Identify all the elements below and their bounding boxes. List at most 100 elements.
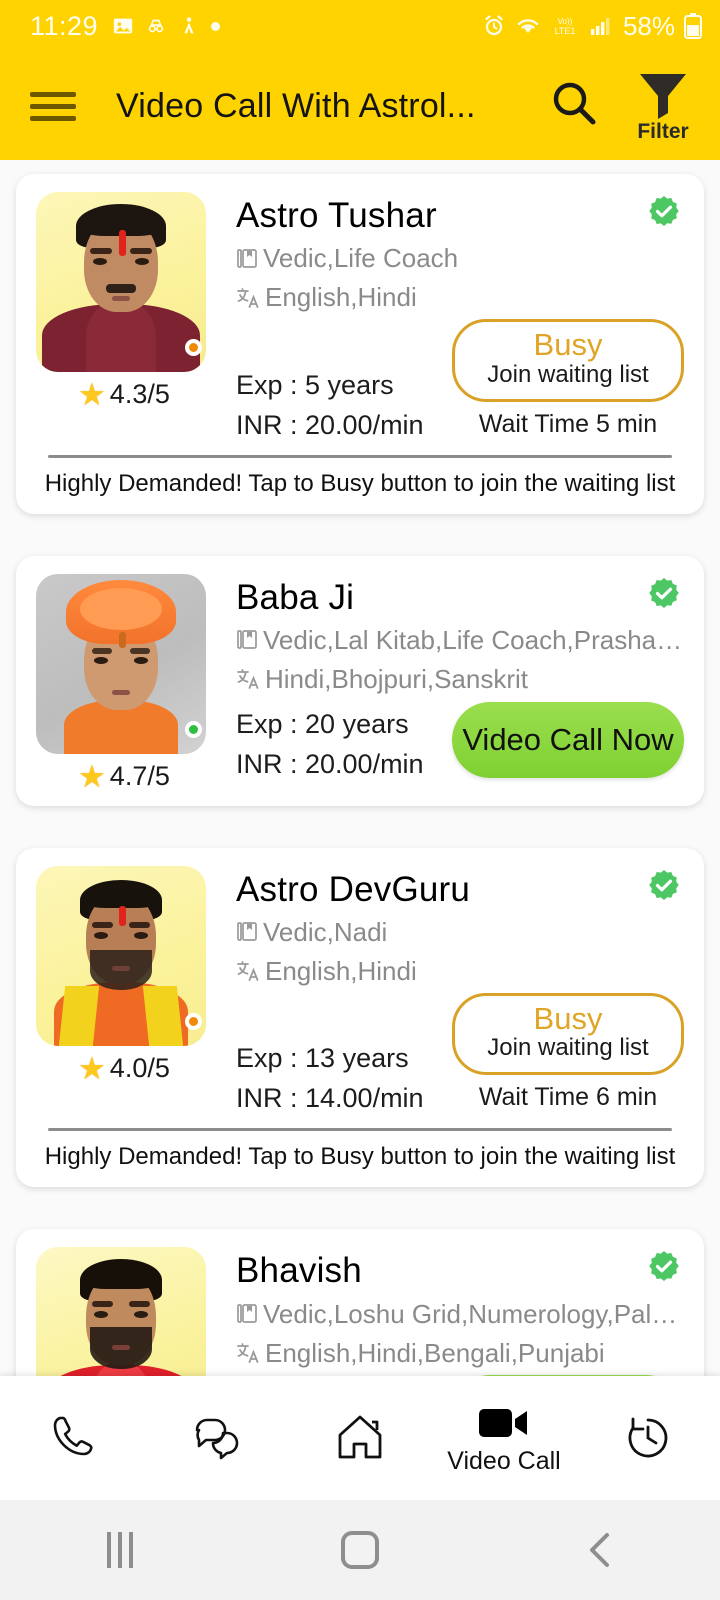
wifi-icon (517, 19, 539, 33)
translate-icon (237, 287, 259, 308)
dot-icon (211, 21, 221, 31)
status-dot-busy (185, 339, 202, 356)
filter-funnel-icon (640, 73, 686, 119)
skills-row: Vedic,Life Coach (236, 243, 684, 274)
astrologer-name: Astro Tushar (236, 196, 437, 235)
info-column: Astro Tushar Vedic,Life Coach English,Hi… (224, 192, 684, 441)
avatar[interactable] (36, 192, 206, 372)
avatar-wrapper[interactable] (36, 865, 206, 1046)
hamburger-menu-icon[interactable] (30, 85, 76, 128)
nav-item-chat[interactable] (144, 1410, 288, 1466)
volte-icon: Vo))LTE1 (555, 17, 576, 36)
nav-item-call[interactable] (0, 1410, 144, 1466)
experience: Exp : 13 years (236, 1043, 409, 1074)
translate-icon (237, 1343, 259, 1364)
star-icon: ★ (78, 1050, 106, 1086)
avatar-column: ★ 4.0/5 (36, 865, 224, 1115)
book-icon (237, 630, 257, 650)
languages-row: English,Hindi (236, 282, 684, 313)
verified-badge-icon (649, 869, 679, 900)
svg-text:LTE1: LTE1 (555, 26, 576, 36)
system-recent-apps-button[interactable] (0, 1532, 240, 1568)
nav-label-video-call: Video Call (447, 1446, 561, 1475)
bottom-row: Exp : 13 years INR : 14.00/min Busy Join… (236, 992, 684, 1115)
nav-item-video-call[interactable]: Video Call (432, 1401, 576, 1476)
portrait-devguru (36, 865, 206, 1046)
home-icon (338, 1415, 382, 1459)
rating: ★ 4.7/5 (36, 761, 224, 792)
person-icon (184, 17, 194, 34)
card-main: ★ 4.3/5 Astro Tushar Vedic,Life Coach En… (36, 192, 684, 441)
astrologer-card[interactable]: ★ 4.0/5 Astro DevGuru Vedic,Nadi English… (16, 847, 704, 1188)
battery-icon (684, 13, 702, 39)
portrait-tushar (36, 192, 206, 372)
skills-row: Vedic,Loshu Grid,Numerology,Palmistr... (236, 1299, 684, 1330)
busy-button[interactable]: Busy Join waiting list (452, 992, 684, 1076)
experience: Exp : 20 years (236, 708, 409, 739)
busy-sublabel: Join waiting list (487, 360, 649, 388)
skills-text: Vedic,Nadi (263, 916, 388, 947)
astrologer-card[interactable]: ★ 4.7/5 Baba Ji Vedic,Lal Kitab,Life Coa… (16, 555, 704, 806)
skills-text: Vedic,Lal Kitab,Life Coach,Prashana,... (263, 624, 684, 655)
avatar[interactable] (36, 573, 206, 754)
status-dot-online (185, 720, 202, 738)
battery-percent: 58% (622, 10, 675, 41)
rating: ★ 4.3/5 (36, 379, 224, 410)
search-icon[interactable] (548, 78, 600, 135)
nav-item-home[interactable] (288, 1409, 432, 1467)
info-column: Baba Ji Vedic,Lal Kitab,Life Coach,Prash… (224, 574, 684, 792)
avatar[interactable] (36, 1247, 206, 1376)
languages-text: English,Hindi,Bengali,Punjabi (265, 1337, 605, 1368)
exp-price-column: Exp : 20 years INR : 20.00/min (236, 701, 452, 780)
avatar-wrapper[interactable] (36, 573, 206, 754)
filter-button[interactable]: Filter (626, 69, 700, 144)
rating-value: 4.7/5 (109, 760, 170, 791)
avatar-column: ★ 4.7/5 (36, 573, 224, 792)
nav-item-history[interactable] (576, 1410, 720, 1466)
astrologer-card[interactable]: ★ 4.3/5 Astro Tushar Vedic,Life Coach En… (16, 174, 704, 514)
avatar[interactable] (36, 865, 206, 1046)
video-call-now-button[interactable]: Video Call Now (452, 701, 684, 778)
back-chevron-icon (590, 1533, 609, 1567)
info-column: Bhavish Vedic,Loshu Grid,Numerology,Palm… (224, 1247, 684, 1376)
card-main: ★ 4.0/5 Astro DevGuru Vedic,Nadi English… (36, 865, 684, 1115)
price: INR : 14.00/min (236, 1083, 424, 1114)
avatar-wrapper[interactable] (36, 192, 206, 372)
status-bar: 11:29 Vo)) LTE1 58% (0, 0, 720, 52)
skills-row: Vedic,Nadi (236, 917, 684, 948)
avatar-wrapper[interactable] (36, 1247, 206, 1376)
exp-price-column: Exp : 5 years INR : 20.00/min (236, 362, 452, 441)
svg-text:Vo)): Vo)) (558, 17, 573, 26)
busy-sublabel: Join waiting list (487, 1034, 649, 1062)
portrait-babaji (36, 573, 206, 754)
busy-button[interactable]: Busy Join waiting list (452, 319, 684, 402)
astrologer-card[interactable]: ★ Bhavish Vedic,Loshu Grid,Numerology,Pa… (16, 1229, 704, 1376)
translate-icon (237, 669, 259, 690)
verified-badge-icon (649, 1251, 679, 1282)
skills-text: Vedic,Life Coach (263, 243, 459, 274)
app-bar: Video Call With Astrol... Filter (0, 52, 720, 160)
languages-text: English,Hindi (265, 282, 417, 313)
system-back-button[interactable] (480, 1530, 720, 1570)
exp-price-column: Exp : 13 years INR : 14.00/min (236, 1035, 452, 1114)
book-icon (237, 248, 257, 268)
status-left-icons (112, 15, 221, 37)
experience: Exp : 5 years (236, 369, 394, 400)
languages-row: Hindi,Bhojpuri,Sanskrit (236, 664, 684, 695)
card-note: Highly Demanded! Tap to Busy button to j… (44, 1143, 676, 1171)
chat-bubbles-icon (195, 1418, 239, 1460)
astrologer-list[interactable]: ★ 4.3/5 Astro Tushar Vedic,Life Coach En… (0, 160, 720, 1376)
wait-time: Wait Time 6 min (478, 1083, 658, 1112)
system-home-button[interactable] (240, 1531, 480, 1569)
astrologer-name: Astro DevGuru (236, 869, 471, 909)
video-camera-icon (479, 1408, 527, 1437)
filter-label: Filter (637, 119, 689, 143)
home-circle-icon (341, 1531, 379, 1569)
rating-value: 4.3/5 (109, 379, 170, 409)
skills-text: Vedic,Loshu Grid,Numerology,Palmistr... (263, 1298, 684, 1329)
verified-badge-icon (649, 196, 679, 226)
translate-icon (237, 961, 259, 982)
phone-call-icon (53, 1416, 93, 1456)
signal-icon (590, 18, 610, 35)
book-icon (237, 922, 257, 942)
